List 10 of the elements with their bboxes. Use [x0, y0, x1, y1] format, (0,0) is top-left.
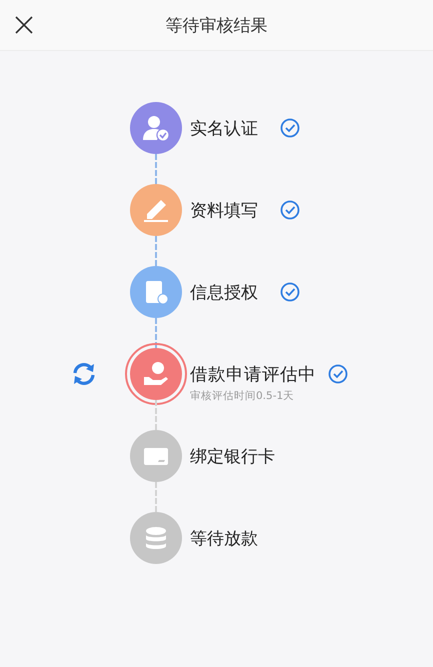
step-label: 信息授权 — [190, 282, 259, 304]
step-label: 资料填写 — [190, 200, 259, 222]
step-label: 实名认证 — [190, 118, 259, 140]
step-label: 绑定银行卡 — [190, 446, 276, 468]
person-icon — [141, 113, 171, 143]
step-note: 审核评估时间0.5-1天 — [190, 389, 294, 403]
page-title: 等待审核结果 — [166, 14, 268, 36]
step-label: 等待放款 — [190, 528, 259, 550]
step-label: 借款申请评估中 — [190, 364, 317, 386]
close-icon — [14, 15, 34, 35]
